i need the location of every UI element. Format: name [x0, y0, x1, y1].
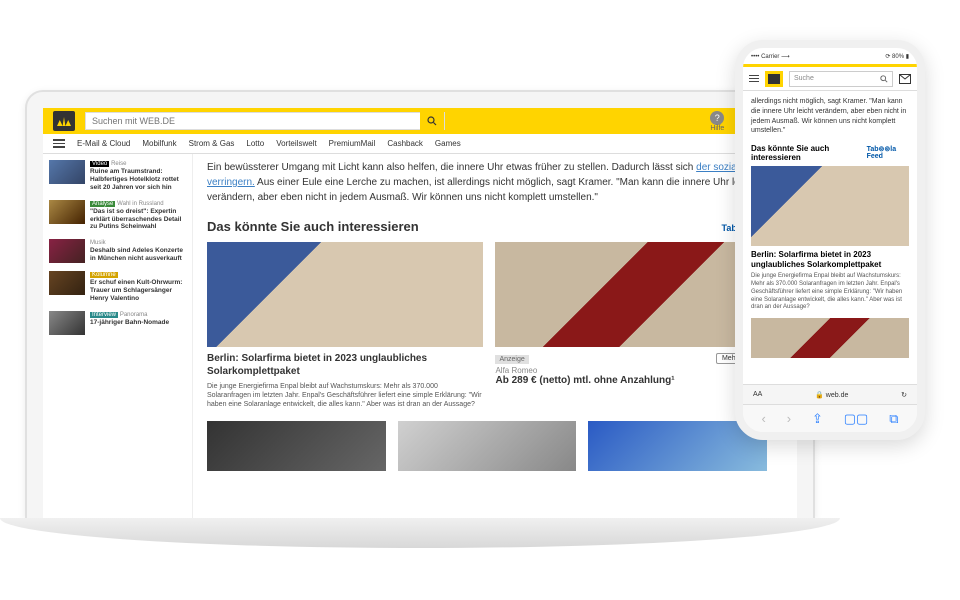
- article-text-pre: Ein bewüssterer Umgang mit Licht kann al…: [207, 162, 696, 173]
- menu-icon[interactable]: [749, 75, 759, 83]
- sidebar-headline: 17-jähriger Bahn-Nomade: [90, 319, 169, 326]
- sidebar-tag: Interview: [90, 312, 118, 318]
- sidebar-headline: Er schuf einen Kult-Ohrwurm: Trauer um S…: [90, 279, 182, 302]
- sidebar-tag: Kolumne: [90, 272, 118, 278]
- help-label: Hilfe: [710, 125, 724, 132]
- sidebar-tag: Analyse: [90, 201, 115, 207]
- card-description: Die junge Energiefirma Enpal bleibt auf …: [207, 382, 483, 409]
- phone-content: allerdings nicht möglich, sagt Kramer. "…: [743, 91, 917, 364]
- search-input[interactable]: Suche: [789, 71, 893, 87]
- laptop-mockup: ? Hilfe Mail-Acc E-Mail & Cloud Mobilfun…: [25, 90, 815, 520]
- sidebar-headline: Ruine am Traumstrand: Halbfertiges Hotel…: [90, 168, 179, 191]
- carrier-label: •••• Carrier ⟶: [751, 53, 790, 60]
- sidebar-item[interactable]: Analyse Wahl in Russland"Das ist so drei…: [49, 200, 186, 232]
- nav-item[interactable]: E-Mail & Cloud: [77, 139, 130, 148]
- recommendation-header: Das könnte Sie auch interessieren Tab⊚⊚l…: [207, 219, 783, 234]
- webde-logo[interactable]: [53, 111, 75, 131]
- phone-site-header: Suche: [743, 67, 917, 91]
- text-size-button[interactable]: AA: [753, 391, 762, 398]
- article-paragraph: allerdings nicht möglich, sagt Kramer. "…: [751, 97, 909, 136]
- help-button[interactable]: ? Hilfe: [710, 111, 724, 132]
- thumbnail[interactable]: [398, 421, 577, 471]
- laptop-screen: ? Hilfe Mail-Acc E-Mail & Cloud Mobilfun…: [43, 108, 797, 518]
- card-image: [207, 242, 483, 347]
- sidebar-cat: Panorama: [120, 312, 148, 318]
- sidebar-thumb: [49, 160, 85, 184]
- safari-url-bar[interactable]: AA 🔒 web.de ↻: [743, 384, 917, 404]
- nav-item[interactable]: Strom & Gas: [189, 139, 235, 148]
- thumbnail[interactable]: [207, 421, 386, 471]
- forward-icon[interactable]: ›: [787, 411, 791, 426]
- recommendation-cards: Berlin: Solarfirma bietet in 2023 unglau…: [207, 242, 783, 409]
- phone-mockup: •••• Carrier ⟶ ⟳ 80% ▮ Suche allerdings …: [735, 40, 925, 440]
- reload-icon[interactable]: ↻: [901, 391, 907, 399]
- url-label: 🔒 web.de: [815, 391, 848, 399]
- recommendation-header: Das könnte Sie auch interessieren Tab⊚⊚l…: [751, 144, 909, 162]
- sidebar-headline: "Das ist so dreist": Expertin erklärt üb…: [90, 208, 181, 231]
- nav-item[interactable]: Cashback: [387, 139, 423, 148]
- card-title[interactable]: Berlin: Solarfirma bietet in 2023 unglau…: [751, 250, 909, 270]
- news-sidebar: Video ReiseRuine am Traumstrand: Halbfer…: [43, 154, 193, 518]
- phone-status-bar: •••• Carrier ⟶ ⟳ 80% ▮: [743, 48, 917, 64]
- back-icon[interactable]: ‹: [761, 411, 765, 426]
- bookmarks-icon[interactable]: ▢▢: [844, 411, 869, 427]
- article-text-post: Aus einer Eule eine Lerche zu machen, is…: [207, 177, 755, 203]
- menu-icon[interactable]: [53, 139, 65, 148]
- card-title: Berlin: Solarfirma bietet in 2023 unglau…: [207, 353, 483, 378]
- sidebar-thumb: [49, 200, 85, 224]
- phone-screen: •••• Carrier ⟶ ⟳ 80% ▮ Suche allerdings …: [743, 48, 917, 432]
- sidebar-item[interactable]: Video ReiseRuine am Traumstrand: Halbfer…: [49, 160, 186, 192]
- sidebar-cat: Wahl in Russland: [117, 201, 163, 207]
- taboola-logo[interactable]: Tab⊚⊚la Feed: [867, 145, 909, 160]
- laptop-base: [0, 518, 840, 548]
- nav-item[interactable]: Vorteilswelt: [276, 139, 316, 148]
- sidebar-cat: Reise: [111, 161, 126, 167]
- site-header: ? Hilfe Mail-Acc: [43, 108, 797, 134]
- battery-label: ⟳ 80% ▮: [885, 53, 909, 60]
- card-description: Die junge Energiefirma Enpal bleibt auf …: [751, 273, 909, 312]
- search-button[interactable]: [420, 112, 444, 130]
- ad-badge: Anzeige: [495, 355, 528, 364]
- thumbnail-row: [207, 421, 783, 471]
- card-image[interactable]: [751, 166, 909, 246]
- sidebar-tag: Video: [90, 161, 109, 167]
- main-nav: E-Mail & Cloud Mobilfunk Strom & Gas Lot…: [43, 134, 797, 154]
- article-main: Ein bewüssterer Umgang mit Licht kann al…: [193, 154, 797, 518]
- nav-item[interactable]: Lotto: [246, 139, 264, 148]
- nav-item[interactable]: PremiumMail: [329, 139, 376, 148]
- card-brand: Alfa Romeo: [495, 366, 771, 375]
- sidebar-headline: Deshalb sind Adeles Konzerte in München …: [90, 247, 183, 262]
- recommendation-card[interactable]: Anzeige Mehr erfahren Alfa Romeo Ab 289 …: [495, 242, 771, 409]
- card-image: [495, 242, 771, 347]
- search-input[interactable]: [86, 116, 420, 126]
- tabs-icon[interactable]: ⧉: [889, 411, 898, 427]
- webde-logo[interactable]: [765, 71, 783, 87]
- share-icon[interactable]: ⇪: [812, 411, 823, 427]
- safari-toolbar: ‹ › ⇪ ▢▢ ⧉: [743, 404, 917, 432]
- card-title: Ab 289 € (netto) mtl. ohne Anzahlung¹: [495, 375, 771, 388]
- nav-item[interactable]: Mobilfunk: [142, 139, 176, 148]
- card-image[interactable]: [751, 318, 909, 358]
- sidebar-thumb: [49, 311, 85, 335]
- sidebar-thumb: [49, 239, 85, 263]
- sidebar-cat: Musik: [90, 240, 106, 246]
- recommendation-card[interactable]: Berlin: Solarfirma bietet in 2023 unglau…: [207, 242, 483, 409]
- search-placeholder: Suche: [794, 75, 814, 82]
- help-icon: ?: [710, 111, 724, 125]
- section-title: Das könnte Sie auch interessieren: [207, 219, 419, 234]
- article-paragraph: Ein bewüssterer Umgang mit Licht kann al…: [207, 160, 783, 205]
- section-title: Das könnte Sie auch interessieren: [751, 144, 867, 162]
- sidebar-item[interactable]: KolumneEr schuf einen Kult-Ohrwurm: Trau…: [49, 271, 186, 303]
- sidebar-item[interactable]: Interview Panorama17-jähriger Bahn-Nomad…: [49, 311, 186, 335]
- sidebar-item[interactable]: MusikDeshalb sind Adeles Konzerte in Mün…: [49, 239, 186, 263]
- nav-item[interactable]: Games: [435, 139, 461, 148]
- sidebar-thumb: [49, 271, 85, 295]
- mail-icon[interactable]: [899, 74, 911, 84]
- search-bar: [85, 112, 445, 130]
